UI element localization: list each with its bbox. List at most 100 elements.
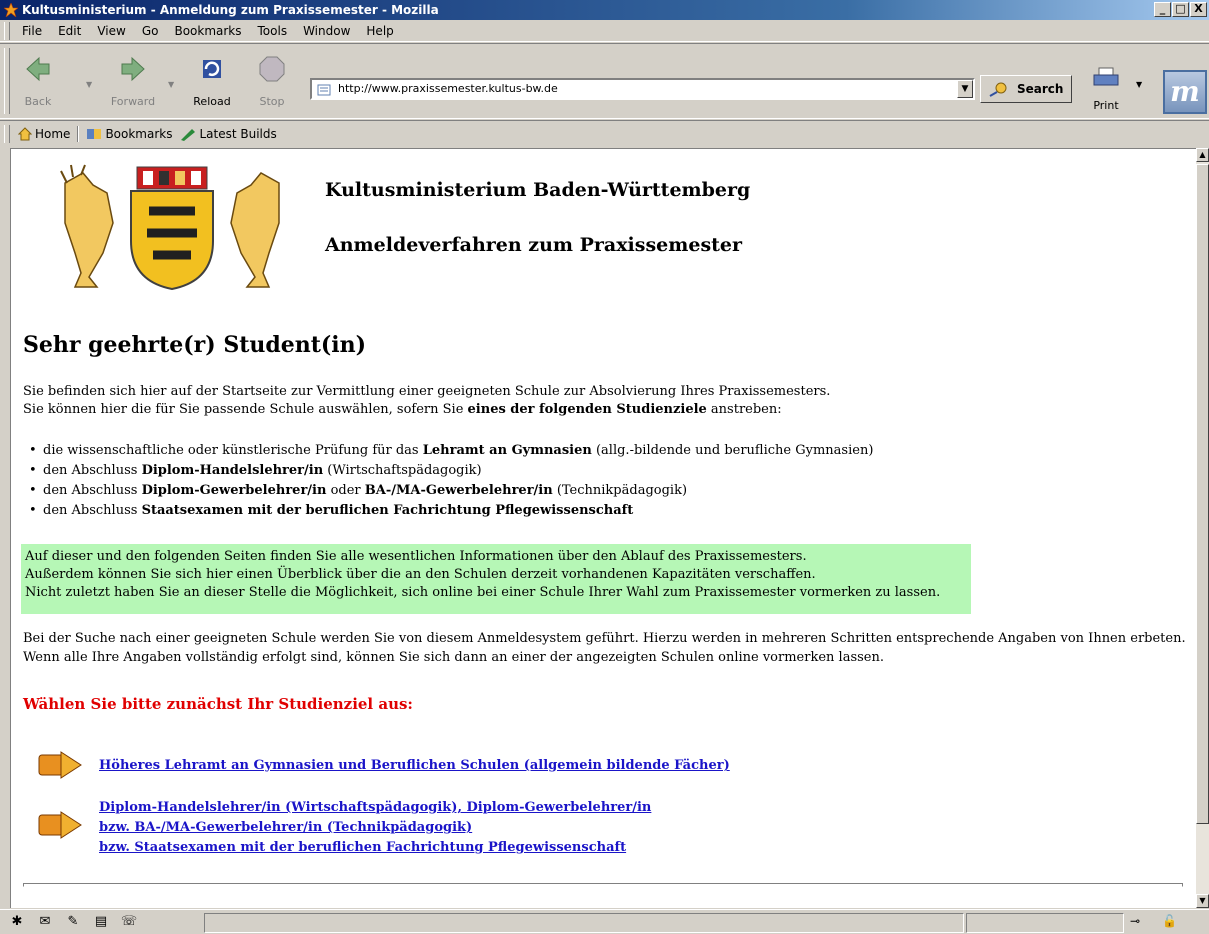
scroll-down-icon[interactable]: ▼ xyxy=(1196,894,1209,908)
mail-icon[interactable]: ✉ xyxy=(34,913,56,931)
intro-line-2-c: anstreben: xyxy=(706,402,782,417)
list-item: die wissenschaftliche oder künstlerische… xyxy=(29,441,874,461)
home-label: Home xyxy=(35,126,71,141)
info-line: Auf dieser und den folgenden Seiten find… xyxy=(25,549,807,564)
link-hoeheres-lehramt[interactable]: Höheres Lehramt an Gymnasien und Berufli… xyxy=(99,758,730,773)
menu-file[interactable]: File xyxy=(14,24,50,38)
navigation-toolbar: Back ▼ Forward ▼ Reload Stop http://www.… xyxy=(0,43,1209,119)
url-text: http://www.praxissemester.kultus-bw.de xyxy=(338,82,558,95)
info-box: Auf dieser und den folgenden Seiten find… xyxy=(21,544,971,614)
vertical-scrollbar[interactable]: ▲ ▼ xyxy=(1196,148,1209,908)
scroll-thumb[interactable] xyxy=(1196,164,1209,824)
arrow-right-icon[interactable] xyxy=(37,809,83,841)
toolbar-separator xyxy=(77,125,80,142)
print-dropdown-icon[interactable]: ▼ xyxy=(1136,80,1142,89)
progress-panel xyxy=(966,913,1124,933)
toolbar-grip[interactable] xyxy=(4,21,10,40)
goal-bold: Diplom-Gewerbelehrer/in xyxy=(141,483,327,498)
toolbar-grip[interactable] xyxy=(4,124,10,143)
heading-procedure: Anmeldeverfahren zum Praxissemester xyxy=(325,234,743,256)
stop-label: Stop xyxy=(259,95,285,108)
stop-icon xyxy=(259,56,285,82)
goal-bold: Staatsexamen mit der beruflichen Fachric… xyxy=(141,503,634,518)
url-input[interactable]: http://www.praxissemester.kultus-bw.de xyxy=(310,78,975,100)
goal-text: die wissenschaftliche oder künstlerische… xyxy=(43,443,423,458)
menu-bar: File Edit View Go Bookmarks Tools Window… xyxy=(0,20,1209,42)
menu-help[interactable]: Help xyxy=(358,24,401,38)
security-lock-icon[interactable]: 🔓 xyxy=(1162,914,1177,928)
menu-bookmarks[interactable]: Bookmarks xyxy=(166,24,249,38)
reload-label: Reload xyxy=(193,95,231,108)
window-title-bar: Kultusministerium - Anmeldung zum Praxis… xyxy=(0,0,1209,20)
address-book-icon[interactable]: ▤ xyxy=(90,913,112,931)
goal-text: (Wirtschaftspädagogik) xyxy=(323,463,482,478)
reload-icon xyxy=(203,60,221,78)
url-dropdown-icon[interactable]: ▼ xyxy=(957,80,973,98)
goal-bold: Lehramt an Gymnasien xyxy=(422,443,592,458)
forward-arrow-icon xyxy=(121,56,145,82)
back-arrow-icon xyxy=(26,56,50,82)
bookmarks-label: Bookmarks xyxy=(105,126,173,141)
menu-go[interactable]: Go xyxy=(134,24,167,38)
link-ba-ma-gewerbelehrer[interactable]: bzw. BA-/MA-Gewerbelehrer/in (Technikpäd… xyxy=(99,820,472,835)
search-button[interactable]: Search xyxy=(980,75,1072,103)
info-line: Außerdem können Sie sich hier einen Über… xyxy=(25,567,816,582)
forward-label: Forward xyxy=(110,95,156,108)
coat-of-arms-icon xyxy=(60,164,280,291)
arrow-right-icon[interactable] xyxy=(37,749,83,781)
chat-icon[interactable]: ☏ xyxy=(118,913,140,931)
goal-text: den Abschluss xyxy=(43,483,142,498)
maximize-button[interactable]: □ xyxy=(1172,2,1189,17)
goal-bold: Diplom-Handelslehrer/in xyxy=(141,463,324,478)
intro-line-1: Sie befinden sich hier auf der Startseit… xyxy=(23,384,831,399)
choose-goal-prompt: Wählen Sie bitte zunächst Ihr Studienzie… xyxy=(23,695,413,713)
goal-text: den Abschluss xyxy=(43,503,142,518)
search-label: Search xyxy=(1017,82,1064,96)
latest-builds-icon xyxy=(181,128,196,141)
print-button[interactable]: Print xyxy=(1086,66,1126,116)
study-goals-list: die wissenschaftliche oder künstlerische… xyxy=(23,441,873,521)
goal-text: (allg.-bildende und berufliche Gymnasien… xyxy=(591,443,874,458)
intro-line-2: Sie können hier die für Sie passende Sch… xyxy=(23,401,830,419)
connection-icon[interactable]: ⊸ xyxy=(1130,914,1140,928)
window-title: Kultusministerium - Anmeldung zum Praxis… xyxy=(22,3,439,17)
scroll-up-icon[interactable]: ▲ xyxy=(1196,148,1209,162)
goal-text: (Technikpädagogik) xyxy=(552,483,688,498)
status-text-panel xyxy=(204,913,964,933)
personal-toolbar: Home Bookmarks Latest Builds xyxy=(0,120,1209,146)
composer-icon[interactable]: ✎ xyxy=(62,913,84,931)
back-label: Back xyxy=(24,95,52,108)
latest-builds-button[interactable]: Latest Builds xyxy=(176,127,280,141)
toolbar-grip[interactable] xyxy=(4,48,10,114)
list-item: den Abschluss Staatsexamen mit der beruf… xyxy=(29,501,873,521)
back-button[interactable]: Back xyxy=(16,50,60,110)
info-line: Nicht zuletzt haben Sie an dieser Stelle… xyxy=(25,585,941,600)
search-guidance-text: Bei der Suche nach einer geeigneten Schu… xyxy=(23,631,1186,665)
menu-view[interactable]: View xyxy=(89,24,133,38)
menu-edit[interactable]: Edit xyxy=(50,24,89,38)
home-button[interactable]: Home xyxy=(14,127,74,141)
intro-text: Sie befinden sich hier auf der Startseit… xyxy=(23,383,830,419)
minimize-button[interactable]: _ xyxy=(1154,2,1171,17)
page-content: Kultusministerium Baden-Württemberg Anme… xyxy=(10,148,1196,908)
list-item: den Abschluss Diplom-Handelslehrer/in (W… xyxy=(29,461,873,481)
mozilla-throbber-icon[interactable]: m xyxy=(1163,70,1207,114)
page-icon xyxy=(317,84,331,96)
status-bar: ✱ ✉ ✎ ▤ ☏ ⊸ 🔓 xyxy=(0,909,1209,934)
menu-tools[interactable]: Tools xyxy=(250,24,296,38)
back-dropdown-icon[interactable]: ▼ xyxy=(86,80,92,89)
forward-dropdown-icon[interactable]: ▼ xyxy=(168,80,174,89)
bookmarks-button[interactable]: Bookmarks xyxy=(82,127,176,141)
print-label: Print xyxy=(1093,99,1119,112)
link-block-handels-gewerbe: Diplom-Handelslehrer/in (Wirtschaftspäda… xyxy=(99,798,651,858)
link-diplom-handelslehrer[interactable]: Diplom-Handelslehrer/in (Wirtschaftspäda… xyxy=(99,800,651,815)
menu-window[interactable]: Window xyxy=(295,24,358,38)
greeting-heading: Sehr geehrte(r) Student(in) xyxy=(23,332,367,358)
reload-button[interactable]: Reload xyxy=(190,50,234,110)
goal-bold: BA-/MA-Gewerbelehrer/in xyxy=(364,483,553,498)
stop-button[interactable]: Stop xyxy=(250,50,294,110)
navigator-icon[interactable]: ✱ xyxy=(6,913,28,931)
close-button[interactable]: X xyxy=(1190,2,1207,17)
forward-button[interactable]: Forward xyxy=(108,50,158,110)
link-staatsexamen-pflege[interactable]: bzw. Staatsexamen mit der beruflichen Fa… xyxy=(99,840,626,855)
